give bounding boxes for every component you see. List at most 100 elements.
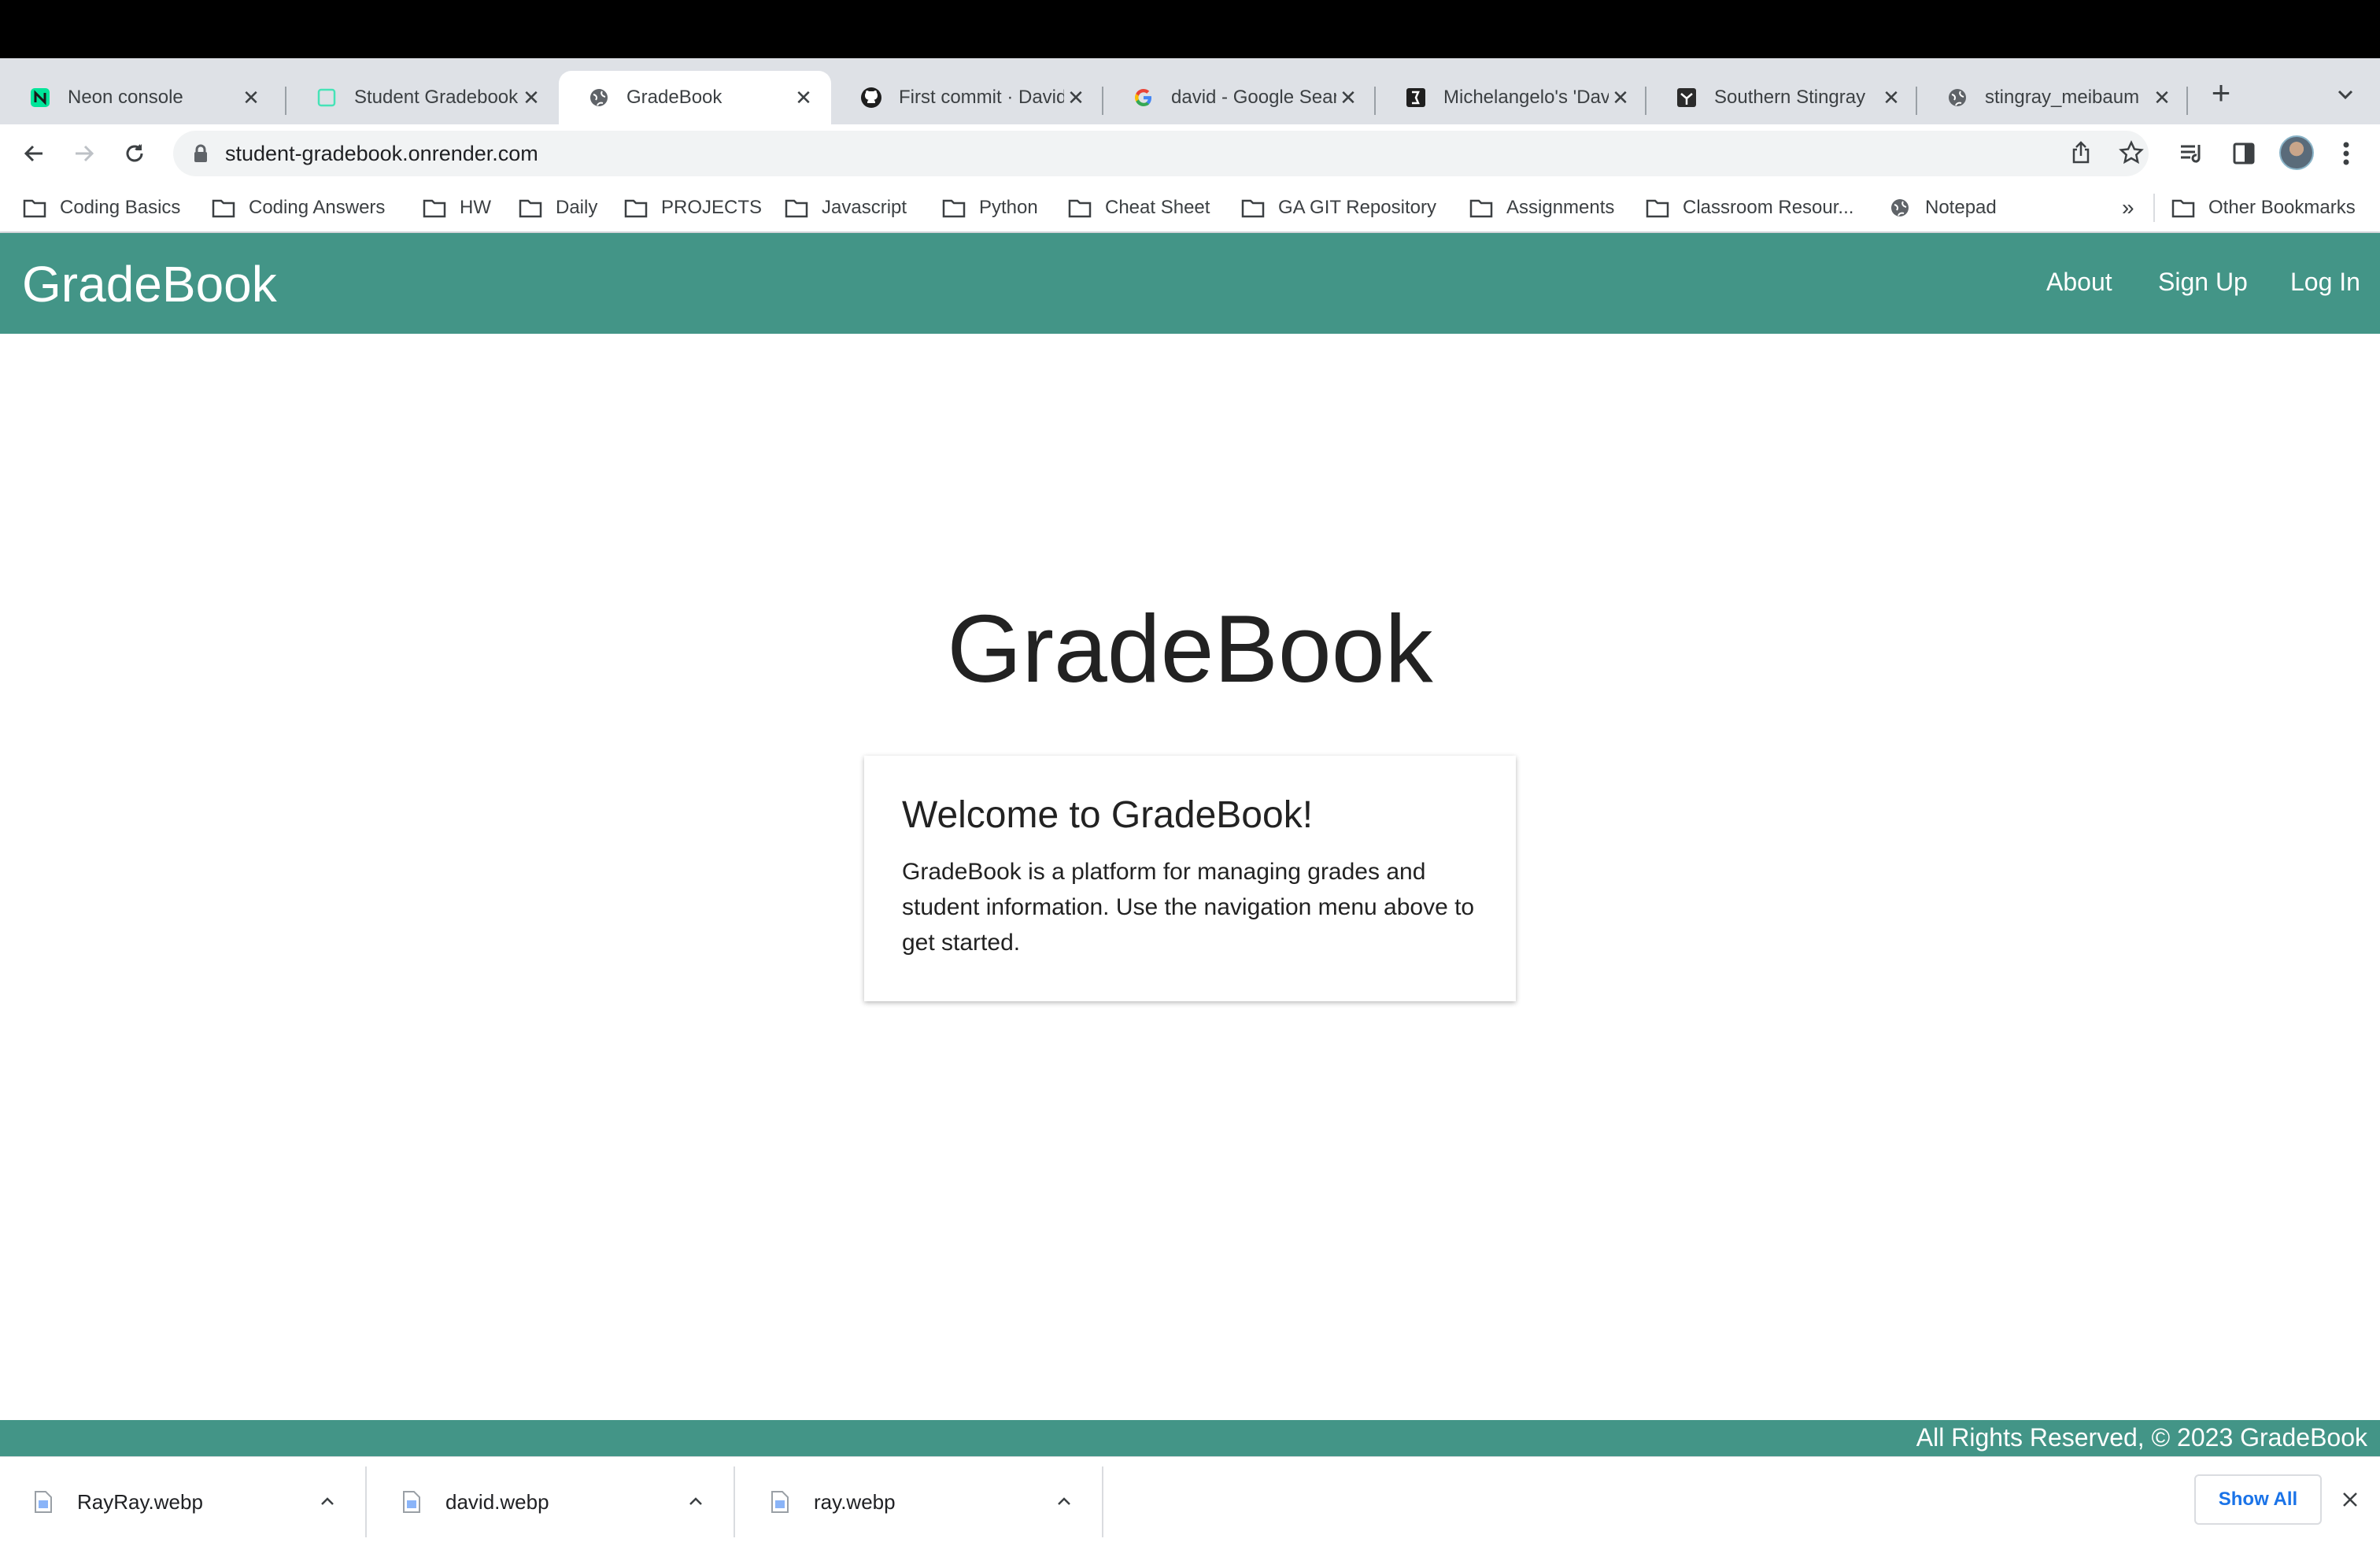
os-menu-bar	[0, 0, 2380, 58]
globe-icon	[1946, 86, 1969, 109]
url-text[interactable]: student-gradebook.onrender.com	[225, 142, 538, 166]
file-icon	[31, 1488, 55, 1516]
chevron-up-icon[interactable]	[1048, 1486, 1080, 1518]
bookmark-label: GA GIT Repository	[1278, 197, 1436, 218]
britannica-icon	[1404, 86, 1428, 109]
main-content: GradeBook Welcome to GradeBook! GradeBoo…	[0, 334, 2380, 1420]
bookmark-coding-answers[interactable]: Coding Answers	[211, 192, 385, 224]
file-icon	[400, 1488, 423, 1516]
browser-toolbar: student-gradebook.onrender.com	[0, 124, 2380, 183]
chevron-up-icon[interactable]	[680, 1486, 711, 1518]
bookmarks-bar: Coding Basics Coding Answers HW Daily PR…	[0, 183, 2380, 233]
nav-signup-link[interactable]: Sign Up	[2158, 268, 2248, 297]
bookmark-label: Coding Basics	[60, 197, 181, 218]
bookmark-ga-git-repository[interactable]: GA GIT Repository	[1240, 192, 1436, 224]
bookmark-coding-basics[interactable]: Coding Basics	[22, 192, 180, 224]
share-icon[interactable]	[2064, 135, 2098, 170]
tab-title: Michelangelo's 'David'	[1443, 87, 1609, 108]
globe-icon	[1887, 197, 1913, 219]
tab-student-gradebook[interactable]: Student Gradebook ✕	[286, 71, 559, 124]
tab-michelangelo-david[interactable]: Michelangelo's 'David' ✕	[1376, 71, 1648, 124]
chevron-up-icon[interactable]	[312, 1486, 343, 1518]
bookmark-label: Coding Answers	[249, 197, 386, 218]
folder-icon	[22, 197, 47, 219]
show-all-downloads-button[interactable]: Show All	[2194, 1474, 2322, 1525]
bookmark-label: HW	[460, 197, 491, 218]
profile-avatar[interactable]	[2279, 135, 2314, 170]
tab-title: Neon console	[68, 87, 183, 108]
bookmark-label: Cheat Sheet	[1105, 197, 1210, 218]
downloads-bar: RayRay.webp david.webp ray.webp Show All	[0, 1456, 2380, 1546]
download-item[interactable]: ray.webp	[737, 1466, 1103, 1537]
tab-gradebook[interactable]: GradeBook ✕	[559, 71, 831, 124]
bookmark-javascript[interactable]: Javascript	[784, 192, 907, 224]
nav-login-link[interactable]: Log In	[2290, 268, 2360, 297]
folder-icon	[1067, 197, 1092, 219]
tab-search-chevron-icon[interactable]	[2330, 79, 2361, 110]
more-menu-icon[interactable]	[2328, 135, 2364, 172]
folder-icon	[1240, 197, 1266, 219]
bookmarks-overflow-button[interactable]: »	[2122, 192, 2134, 224]
close-icon[interactable]: ✕	[792, 86, 815, 109]
welcome-card-title: Welcome to GradeBook!	[902, 794, 1314, 836]
reload-button[interactable]	[116, 135, 153, 172]
forward-button[interactable]	[66, 135, 102, 172]
neon-icon	[28, 86, 52, 109]
bookmark-other-bookmarks[interactable]: Other Bookmarks	[2171, 192, 2356, 224]
bookmark-classroom-resources[interactable]: Classroom Resour...	[1645, 192, 1853, 224]
bookmark-daily[interactable]: Daily	[518, 192, 597, 224]
tab-first-commit[interactable]: First commit · David ✕	[831, 71, 1103, 124]
close-icon[interactable]: ✕	[519, 86, 543, 109]
bookmark-label: Assignments	[1506, 197, 1615, 218]
tab-google-search[interactable]: david - Google Search ✕	[1103, 71, 1376, 124]
tab-neon-console[interactable]: Neon console ✕	[0, 71, 279, 124]
address-bar[interactable]: student-gradebook.onrender.com	[173, 131, 2149, 176]
folder-icon	[1469, 197, 1494, 219]
close-downloads-icon[interactable]	[2334, 1484, 2366, 1515]
bookmark-cheat-sheet[interactable]: Cheat Sheet	[1067, 192, 1210, 224]
side-panel-icon[interactable]	[2226, 135, 2262, 172]
lock-icon[interactable]	[189, 142, 213, 165]
download-file-name: ray.webp	[814, 1489, 896, 1514]
close-icon[interactable]: ✕	[1609, 86, 1632, 109]
bookmark-hw[interactable]: HW	[422, 192, 491, 224]
folder-icon	[941, 197, 966, 219]
tab-title: Southern Stingray	[1714, 87, 1866, 108]
bookmark-notepad[interactable]: Notepad	[1887, 192, 1997, 224]
nav-about-link[interactable]: About	[2046, 268, 2112, 297]
folder-icon	[623, 197, 649, 219]
tab-title: First commit · David	[899, 87, 1064, 108]
tab-southern-stingray[interactable]: Southern Stingray ✕	[1646, 71, 1919, 124]
globe-icon	[587, 86, 611, 109]
google-icon	[1132, 86, 1155, 109]
close-icon[interactable]: ✕	[1336, 86, 1360, 109]
app-navbar: GradeBook About Sign Up Log In	[0, 233, 2380, 334]
download-file-name: RayRay.webp	[77, 1489, 203, 1514]
back-button[interactable]	[16, 135, 52, 172]
bookmark-projects[interactable]: PROJECTS	[623, 192, 762, 224]
tab-title: Student Gradebook	[354, 87, 519, 108]
download-item[interactable]: RayRay.webp	[0, 1466, 367, 1537]
tab-stingray-meibaum[interactable]: stingray_meibaum ✕	[1917, 71, 2190, 124]
reading-list-icon[interactable]	[2174, 135, 2210, 172]
close-icon[interactable]: ✕	[1064, 86, 1088, 109]
close-icon[interactable]: ✕	[239, 86, 263, 109]
bookmark-star-icon[interactable]	[2114, 135, 2149, 170]
bookmark-label: Notepad	[1925, 197, 1997, 218]
folder-icon	[2171, 197, 2196, 219]
new-tab-button[interactable]: +	[2204, 74, 2238, 111]
bookmark-assignments[interactable]: Assignments	[1469, 192, 1614, 224]
folder-icon	[518, 197, 543, 219]
download-item[interactable]: david.webp	[368, 1466, 735, 1537]
bookmark-python[interactable]: Python	[941, 192, 1038, 224]
welcome-card-text: GradeBook is a platform for managing gra…	[902, 859, 1475, 956]
github-icon	[859, 86, 883, 109]
page-title: GradeBook	[947, 595, 1433, 702]
brand-logo-link[interactable]: GradeBook	[22, 255, 277, 313]
app-footer: All Rights Reserved, © 2023 GradeBook	[0, 1420, 2380, 1456]
footer-copyright: All Rights Reserved, © 2023 GradeBook	[1916, 1423, 2367, 1452]
close-icon[interactable]: ✕	[1879, 86, 1903, 109]
bookmark-label: Python	[979, 197, 1038, 218]
bookmarks-divider	[2153, 194, 2155, 222]
close-icon[interactable]: ✕	[2150, 86, 2174, 109]
